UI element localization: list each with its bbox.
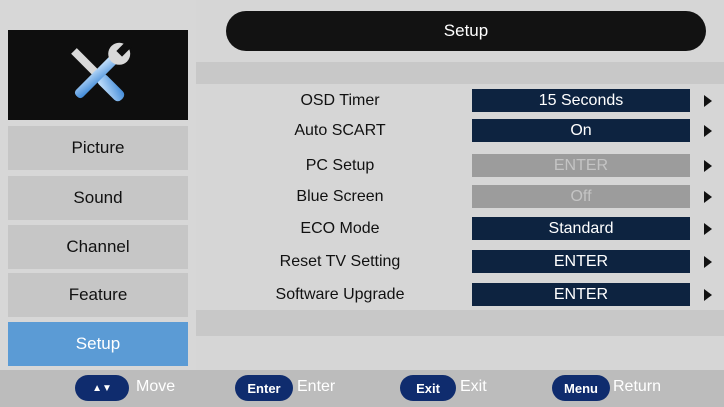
arrow-right-icon[interactable] — [704, 223, 712, 235]
sidebar-item-sound[interactable]: Sound — [8, 176, 188, 220]
menu-key-button[interactable]: Menu — [552, 375, 610, 401]
sidebar-item-feature[interactable]: Feature — [8, 273, 188, 317]
setting-label: Auto SCART — [294, 122, 386, 139]
arrow-right-icon[interactable] — [704, 191, 712, 203]
setting-label: PC Setup — [305, 157, 375, 174]
arrow-right-icon[interactable] — [704, 160, 712, 172]
setting-label: OSD Timer — [300, 92, 380, 109]
setting-value[interactable]: On — [472, 119, 690, 142]
exit-hint-label: Exit — [460, 378, 487, 395]
main-panel: Setup OSD Timer 15 Seconds Auto SCART On… — [196, 0, 724, 370]
setting-row-blue-screen[interactable]: Blue Screen Off — [196, 184, 724, 210]
tools-icon — [8, 30, 188, 120]
arrow-right-icon[interactable] — [704, 125, 712, 137]
sidebar-item-setup[interactable]: Setup — [8, 322, 188, 366]
return-hint-label: Return — [613, 378, 662, 395]
sidebar: Picture Sound Channel Feature Setup — [0, 0, 196, 370]
sidebar-item-channel[interactable]: Channel — [8, 225, 188, 269]
setting-label: ECO Mode — [300, 220, 380, 237]
enter-key-button[interactable]: Enter — [235, 375, 293, 401]
setting-row-software-upgrade[interactable]: Software Upgrade ENTER — [196, 282, 724, 308]
arrow-right-icon[interactable] — [704, 256, 712, 268]
setting-row-eco-mode[interactable]: ECO Mode Standard — [196, 216, 724, 242]
setting-label: Software Upgrade — [275, 286, 405, 303]
up-down-arrows-icon[interactable]: ▲▼ — [75, 375, 129, 401]
exit-key-button[interactable]: Exit — [400, 375, 456, 401]
move-hint-label: Move — [136, 378, 176, 395]
setting-value[interactable]: ENTER — [472, 283, 690, 306]
page-title: Setup — [226, 11, 706, 51]
setting-value[interactable]: ENTER — [472, 250, 690, 273]
setting-label: Blue Screen — [296, 188, 384, 205]
setting-row-reset-tv[interactable]: Reset TV Setting ENTER — [196, 249, 724, 275]
arrow-right-icon[interactable] — [704, 289, 712, 301]
setting-row-osd-timer[interactable]: OSD Timer 15 Seconds — [196, 88, 724, 114]
sidebar-item-picture[interactable]: Picture — [8, 126, 188, 170]
footer-hints: ▲▼ Move Enter Enter Exit Exit Menu Retur… — [0, 370, 724, 407]
setting-value: ENTER — [472, 154, 690, 177]
setting-value[interactable]: 15 Seconds — [472, 89, 690, 112]
setting-value: Off — [472, 185, 690, 208]
setting-label: Reset TV Setting — [279, 253, 401, 270]
setting-value[interactable]: Standard — [472, 217, 690, 240]
setting-row-pc-setup[interactable]: PC Setup ENTER — [196, 153, 724, 179]
arrow-right-icon[interactable] — [704, 95, 712, 107]
enter-hint-label: Enter — [297, 378, 336, 395]
divider — [196, 62, 724, 84]
setting-row-auto-scart[interactable]: Auto SCART On — [196, 118, 724, 144]
divider — [196, 310, 724, 336]
